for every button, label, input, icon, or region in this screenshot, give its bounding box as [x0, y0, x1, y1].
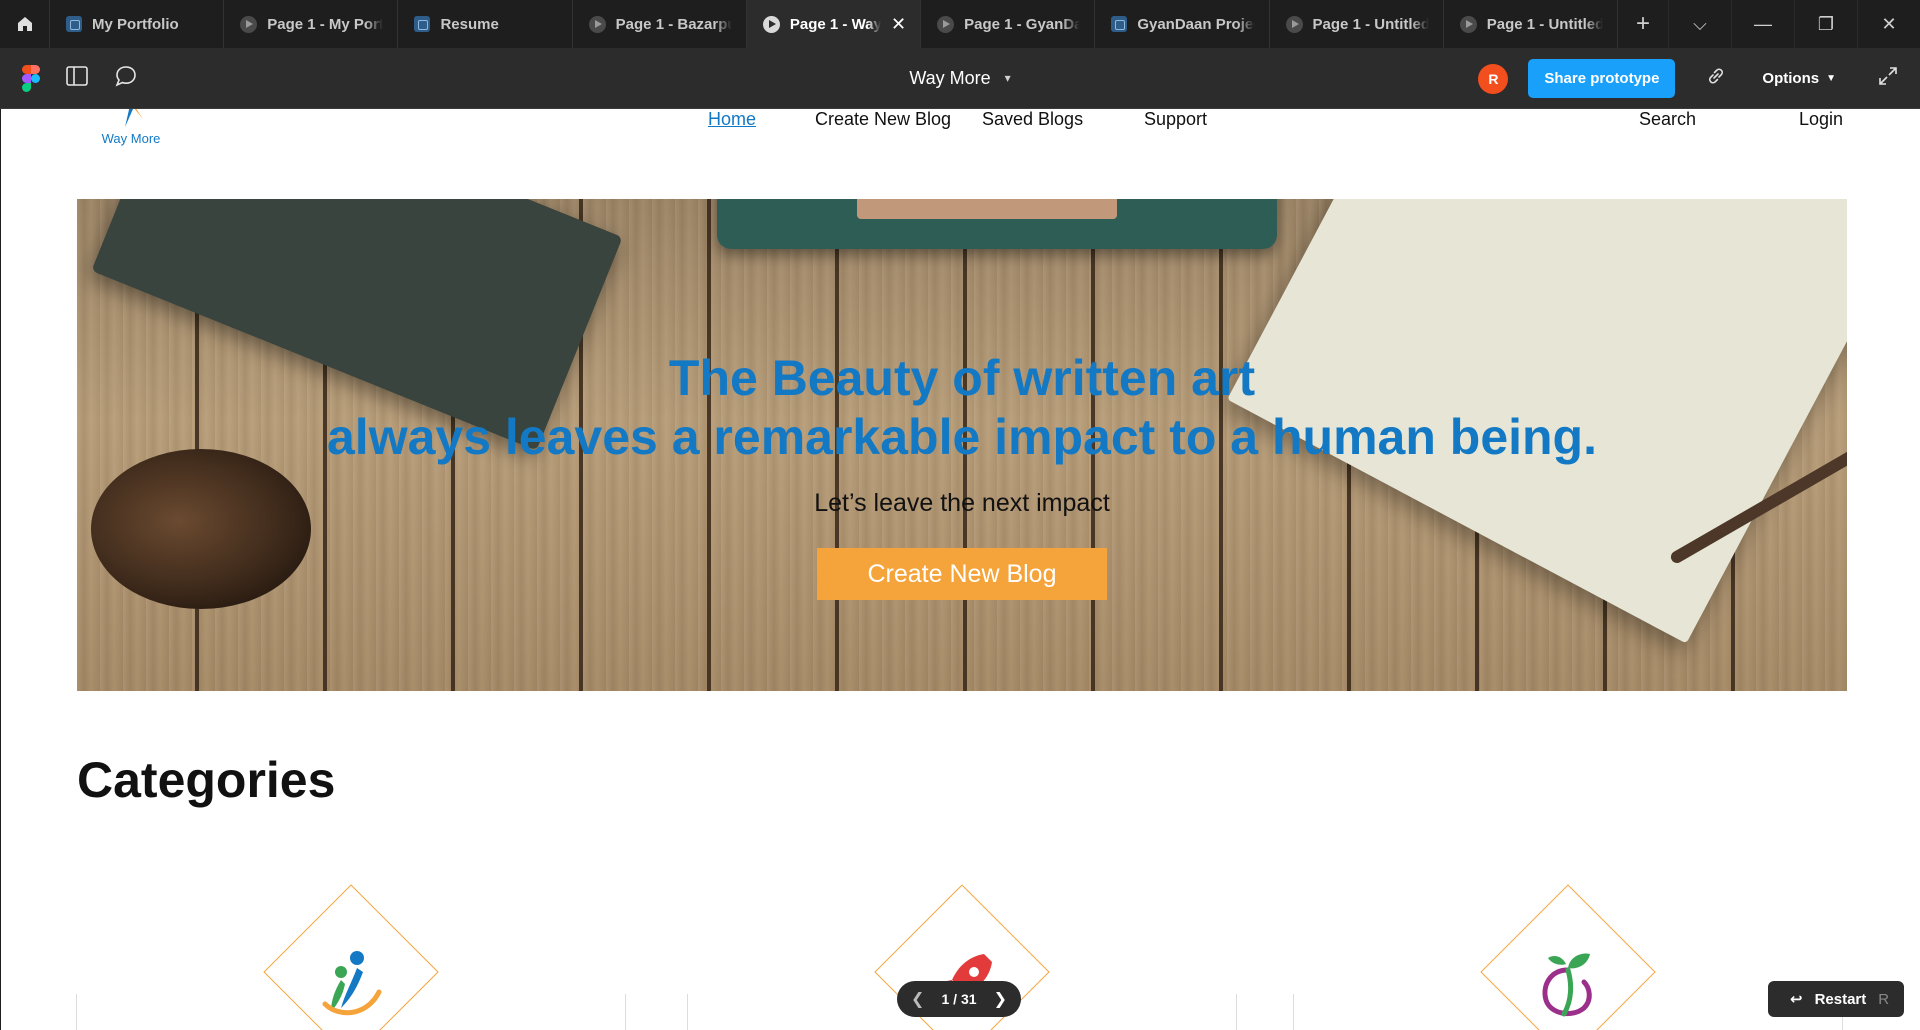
tab-label: Page 1 - Bazarpur [615, 15, 732, 33]
browser-tab[interactable]: Page 1 - My Portfolio [224, 0, 399, 48]
hero-title-line-2: always leaves a remarkable impact to a h… [327, 409, 1597, 465]
browser-tab-active[interactable]: Page 1 - Way More ✕ [746, 0, 922, 48]
figma-file-icon [1111, 16, 1128, 32]
tab-label: Page 1 - Way More [789, 15, 882, 33]
tab-list-button[interactable]: ⌵ [1668, 0, 1731, 48]
browser-tab[interactable]: Page 1 - Untitled [1444, 0, 1618, 48]
options-label: Options [1762, 70, 1820, 87]
chevron-down-icon: ⌵ [1693, 13, 1707, 34]
prototype-toolbar: Way More ▾ R Share prototype Options ▼ [0, 48, 1920, 109]
nav-saved-blogs[interactable]: Saved Blogs [982, 109, 1083, 130]
prototype-play-icon [588, 15, 606, 33]
browser-tab[interactable]: Page 1 - GyanDaan [921, 0, 1096, 48]
prototype-play-icon [937, 15, 955, 33]
prototype-play-icon [240, 15, 258, 33]
restore-button[interactable]: ❐ [1794, 0, 1857, 48]
next-frame-button[interactable]: ❯ [994, 989, 1007, 1009]
comment-icon[interactable] [114, 65, 138, 91]
prototype-pager: ❮ 1 / 31 ❯ [897, 981, 1021, 1017]
close-icon: ✕ [1881, 13, 1897, 34]
restart-button[interactable]: ↩ Restart R [1768, 981, 1904, 1017]
avatar[interactable]: R [1478, 63, 1509, 94]
window-controls: ⌵ — ❐ ✕ [1668, 0, 1920, 48]
share-prototype-button[interactable]: Share prototype [1528, 59, 1676, 98]
categories-heading: Categories [77, 752, 336, 808]
nav-search[interactable]: Search [1639, 109, 1696, 130]
tab-label: My Portfolio [92, 15, 179, 33]
close-icon[interactable]: ✕ [891, 14, 906, 35]
prototype-play-icon [762, 15, 780, 33]
browser-tab[interactable]: Page 1 - Bazarpur [573, 0, 747, 48]
nav-support[interactable]: Support [1144, 109, 1207, 130]
prototype-play-icon [1285, 15, 1303, 33]
figma-file-icon [66, 16, 83, 32]
tab-label: Page 1 - Untitled [1312, 15, 1429, 33]
new-tab-button[interactable]: + [1618, 0, 1668, 48]
nav-create-new-blog[interactable]: Create New Blog [815, 109, 951, 130]
minimize-button[interactable]: — [1731, 0, 1794, 48]
hero-photo-device [717, 199, 1277, 249]
browser-tab[interactable]: Resume [398, 0, 573, 48]
sidebar-toggle-icon[interactable] [66, 66, 88, 90]
tab-label: Resume [440, 15, 499, 33]
restore-icon: ❐ [1817, 13, 1835, 34]
restart-shortcut: R [1878, 990, 1890, 1008]
link-icon[interactable] [1705, 65, 1727, 93]
people-icon [322, 951, 382, 1016]
close-window-button[interactable]: ✕ [1857, 0, 1920, 48]
tab-label: GyanDaan Project [1137, 15, 1255, 33]
nav-home[interactable]: Home [708, 109, 756, 130]
restart-label: Restart [1814, 990, 1867, 1008]
site-nav: Home Create New Blog Saved Blogs Support… [1, 109, 1920, 139]
chevron-down-icon: ▾ [1004, 71, 1011, 85]
hero-banner: The Beauty of written art always leaves … [77, 199, 1847, 691]
figma-logo-icon[interactable] [22, 65, 40, 92]
browser-tab[interactable]: Page 1 - Untitled [1270, 0, 1444, 48]
prototype-play-icon [1459, 15, 1477, 33]
fullscreen-icon[interactable] [1878, 66, 1898, 92]
frame-counter: 1 / 31 [941, 991, 977, 1007]
tab-label: Page 1 - Untitled [1486, 15, 1603, 33]
growth-leaf-icon [1542, 953, 1592, 1017]
browser-tab[interactable]: My Portfolio [50, 0, 225, 48]
create-new-blog-button[interactable]: Create New Blog [817, 548, 1107, 600]
hero-title-line-1: The Beauty of written art [668, 350, 1256, 406]
file-name: Way More [909, 67, 991, 88]
hero-subtitle: Let’s leave the next impact [814, 489, 1110, 517]
previous-frame-button[interactable]: ❮ [911, 989, 924, 1009]
prototype-canvas: Way More Home Create New Blog Saved Blog… [0, 109, 1920, 1030]
home-button[interactable] [0, 0, 51, 48]
minimize-icon: — [1754, 13, 1772, 34]
nav-login[interactable]: Login [1799, 109, 1843, 130]
home-icon [17, 17, 32, 31]
file-name-dropdown[interactable]: Way More ▾ [909, 68, 1010, 89]
tab-label: Page 1 - My Portfolio [267, 15, 384, 33]
browser-tab[interactable]: GyanDaan Project [1095, 0, 1270, 48]
figma-file-icon [414, 16, 431, 32]
options-menu[interactable]: Options ▼ [1762, 70, 1836, 87]
chevron-down-icon: ▼ [1826, 73, 1836, 84]
plus-icon: + [1635, 10, 1650, 37]
browser-tab-bar: My Portfolio Page 1 - My Portfolio Resum… [0, 0, 1920, 48]
hero-photo-pinecone [91, 449, 311, 609]
restart-icon: ↩ [1790, 991, 1803, 1008]
tab-label: Page 1 - GyanDaan [964, 15, 1080, 33]
